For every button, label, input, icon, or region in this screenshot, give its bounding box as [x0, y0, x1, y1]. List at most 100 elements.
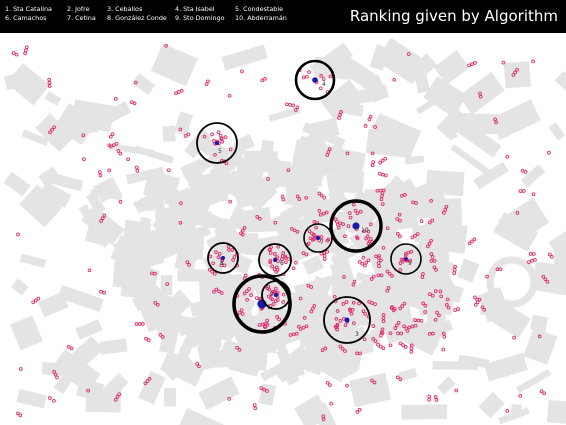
rank-1-label: 1	[267, 304, 271, 311]
building-block	[198, 376, 240, 410]
building-block	[134, 145, 175, 164]
observation-point	[113, 96, 118, 101]
observation-point	[263, 76, 267, 81]
observation-point	[216, 130, 221, 135]
observation-point	[370, 163, 375, 168]
building-block	[199, 192, 229, 203]
observation-point	[98, 173, 103, 178]
observation-point	[176, 90, 181, 94]
observation-point	[371, 274, 376, 279]
legend-item-10: 10. Abderramán	[235, 14, 287, 22]
observation-point	[345, 383, 349, 388]
observation-point	[521, 189, 526, 193]
observation-point	[361, 255, 366, 260]
observation-point	[132, 101, 137, 106]
observation-point	[533, 257, 537, 262]
observation-point	[322, 250, 327, 255]
building-block	[253, 218, 289, 233]
rank-10-label: 10	[361, 227, 369, 234]
building-block	[516, 369, 552, 394]
observation-point	[254, 296, 259, 300]
observation-point	[118, 200, 123, 204]
legend-item-9: 9. Sto Domingo	[175, 14, 225, 22]
observation-point	[36, 296, 41, 301]
building-block	[9, 315, 43, 351]
observation-point	[146, 338, 151, 342]
observation-point	[144, 336, 148, 341]
rank-3-label: 3	[355, 331, 359, 338]
building-block	[204, 216, 233, 230]
observation-point	[322, 257, 327, 261]
observation-point	[403, 345, 408, 349]
observation-point	[523, 170, 528, 174]
building-block	[503, 61, 531, 89]
building-block	[221, 44, 268, 71]
rank-2-label: 2	[270, 291, 274, 298]
building-block	[425, 169, 465, 197]
observation-point	[228, 199, 232, 204]
observation-point	[377, 171, 382, 176]
building-block	[384, 308, 416, 342]
observation-point	[371, 324, 376, 328]
observation-point	[294, 260, 298, 265]
observation-point	[363, 263, 367, 268]
observation-point	[18, 367, 23, 371]
observation-point	[530, 259, 534, 263]
observation-point	[134, 165, 139, 170]
observation-point	[186, 132, 191, 137]
observation-point	[87, 268, 92, 273]
observation-point	[475, 300, 480, 305]
observation-point	[381, 346, 386, 351]
observation-point	[195, 361, 200, 366]
observation-point	[392, 77, 397, 82]
observation-point	[23, 51, 27, 56]
header-bar: 1. Sta Catalina 2. Jofre 3. Ceballos 4. …	[0, 0, 566, 33]
observation-point	[388, 343, 393, 348]
observation-point	[114, 141, 119, 146]
observation-point	[99, 289, 103, 294]
observation-point	[126, 157, 130, 162]
building-block	[548, 122, 566, 141]
building-block	[141, 200, 165, 212]
observation-point	[228, 147, 233, 152]
page: 1. Sta Catalina 2. Jofre 3. Ceballos 4. …	[0, 0, 566, 425]
rank-5-center	[215, 141, 219, 145]
observation-point	[454, 388, 459, 393]
building-block	[554, 71, 566, 110]
observation-point	[410, 235, 415, 240]
building-block	[523, 328, 558, 365]
observation-point	[367, 117, 372, 122]
building-block	[457, 258, 480, 283]
observation-point	[259, 386, 264, 390]
observation-point	[442, 334, 447, 339]
observation-point	[107, 168, 112, 173]
observation-point	[82, 157, 86, 162]
observation-point	[14, 52, 19, 57]
observation-point	[433, 394, 438, 399]
observation-point	[550, 254, 554, 259]
observation-point	[240, 69, 244, 74]
observation-point	[505, 154, 510, 159]
observation-point	[395, 375, 400, 380]
observation-point	[473, 302, 478, 307]
rank-8-label: 8	[220, 260, 224, 267]
observation-point	[452, 268, 457, 272]
observation-point	[337, 116, 341, 120]
observation-point	[285, 102, 289, 107]
building-block	[294, 280, 330, 308]
observation-point	[325, 380, 330, 385]
observation-point	[334, 219, 339, 224]
observation-point	[363, 124, 368, 128]
observation-point	[547, 150, 551, 155]
observation-point	[210, 132, 214, 137]
observation-point	[441, 347, 446, 352]
observation-point	[281, 292, 286, 297]
observation-point	[453, 308, 457, 312]
legend-item-6: 6. Camachos	[5, 14, 47, 22]
observation-point	[134, 322, 139, 326]
observation-point	[319, 251, 324, 256]
observation-point	[376, 342, 380, 347]
observation-point	[284, 260, 288, 265]
observation-point	[206, 79, 210, 84]
building-block	[174, 111, 194, 136]
